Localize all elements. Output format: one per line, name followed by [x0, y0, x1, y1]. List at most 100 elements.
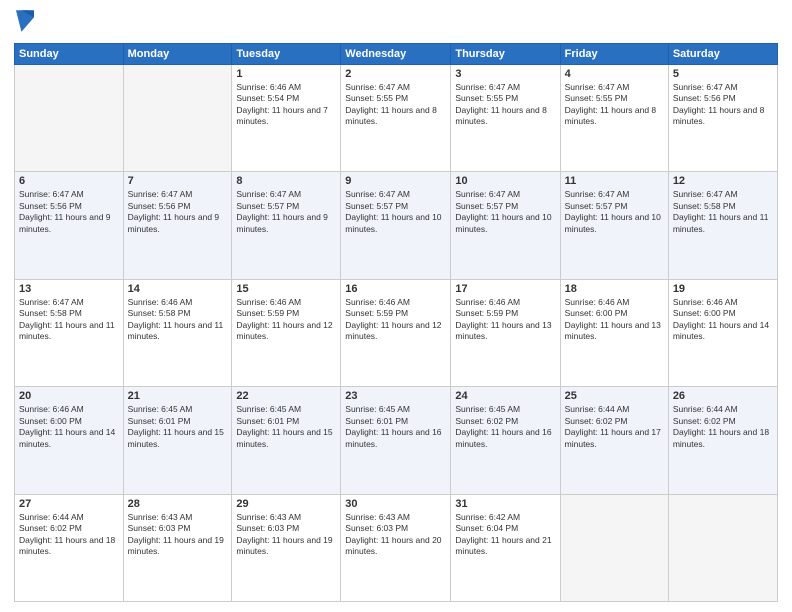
calendar-cell: 20Sunrise: 6:46 AMSunset: 6:00 PMDayligh… [15, 387, 124, 494]
day-number: 8 [236, 175, 336, 187]
calendar-week-row: 1Sunrise: 6:46 AMSunset: 5:54 PMDaylight… [15, 65, 778, 172]
day-number: 12 [673, 175, 773, 187]
calendar-cell: 6 Sunrise: 6:47 AMSunset: 5:56 PMDaylight… [15, 172, 124, 279]
calendar-cell: 13Sunrise: 6:47 AMSunset: 5:58 PMDayligh… [15, 279, 124, 386]
day-number: 28 [128, 498, 228, 510]
day-number: 30 [345, 498, 446, 510]
day-info: Sunrise: 6:47 AMSunset: 5:58 PMDaylight:… [19, 297, 119, 343]
day-number: 10 [455, 175, 555, 187]
day-info: Sunrise: 6:44 AMSunset: 6:02 PMDaylight:… [19, 512, 119, 558]
calendar-cell: 30 Sunrise: 6:43 AMSunset: 6:03 PMDayligh… [341, 494, 451, 601]
day-number: 17 [455, 283, 555, 295]
day-info: Sunrise: 6:46 AMSunset: 5:59 PMDaylight:… [236, 297, 336, 343]
calendar-header-row: SundayMondayTuesdayWednesdayThursdayFrid… [15, 44, 778, 65]
calendar-cell: 26 Sunrise: 6:44 AMSunset: 6:02 PMDayligh… [668, 387, 777, 494]
day-number: 16 [345, 283, 446, 295]
day-info: Sunrise: 6:43 AMSunset: 6:03 PMDaylight:… [236, 512, 336, 558]
day-number: 25 [565, 390, 664, 402]
day-info: Sunrise: 6:47 AMSunset: 5:57 PMDaylight:… [236, 189, 336, 235]
calendar-cell: 22 Sunrise: 6:45 AMSunset: 6:01 PMDayligh… [232, 387, 341, 494]
calendar-cell: 4 Sunrise: 6:47 AMSunset: 5:55 PMDaylight… [560, 65, 668, 172]
calendar-week-row: 20Sunrise: 6:46 AMSunset: 6:00 PMDayligh… [15, 387, 778, 494]
day-info: Sunrise: 6:42 AMSunset: 6:04 PMDaylight:… [455, 512, 555, 558]
day-number: 31 [455, 498, 555, 510]
calendar-header-wednesday: Wednesday [341, 44, 451, 65]
calendar-cell: 10Sunrise: 6:47 AMSunset: 5:57 PMDayligh… [451, 172, 560, 279]
calendar-header-friday: Friday [560, 44, 668, 65]
day-number: 24 [455, 390, 555, 402]
calendar-header-tuesday: Tuesday [232, 44, 341, 65]
day-info: Sunrise: 6:47 AMSunset: 5:56 PMDaylight:… [673, 82, 773, 128]
calendar-cell: 25 Sunrise: 6:44 AMSunset: 6:02 PMDayligh… [560, 387, 668, 494]
calendar-week-row: 27 Sunrise: 6:44 AMSunset: 6:02 PMDayligh… [15, 494, 778, 601]
calendar-cell [668, 494, 777, 601]
calendar-cell: 11Sunrise: 6:47 AMSunset: 5:57 PMDayligh… [560, 172, 668, 279]
day-info: Sunrise: 6:46 AMSunset: 5:54 PMDaylight:… [236, 82, 336, 128]
day-info: Sunrise: 6:47 AMSunset: 5:56 PMDaylight:… [19, 189, 119, 235]
calendar-cell: 7 Sunrise: 6:47 AMSunset: 5:56 PMDaylight… [123, 172, 232, 279]
calendar-week-row: 13Sunrise: 6:47 AMSunset: 5:58 PMDayligh… [15, 279, 778, 386]
page: SundayMondayTuesdayWednesdayThursdayFrid… [0, 0, 792, 612]
day-info: Sunrise: 6:47 AMSunset: 5:55 PMDaylight:… [345, 82, 446, 128]
day-info: Sunrise: 6:44 AMSunset: 6:02 PMDaylight:… [673, 404, 773, 450]
calendar-cell: 8 Sunrise: 6:47 AMSunset: 5:57 PMDaylight… [232, 172, 341, 279]
calendar-cell: 31 Sunrise: 6:42 AMSunset: 6:04 PMDayligh… [451, 494, 560, 601]
day-number: 9 [345, 175, 446, 187]
calendar-header-monday: Monday [123, 44, 232, 65]
logo [14, 10, 34, 37]
day-info: Sunrise: 6:45 AMSunset: 6:01 PMDaylight:… [236, 404, 336, 450]
day-info: Sunrise: 6:47 AMSunset: 5:58 PMDaylight:… [673, 189, 773, 235]
calendar-cell [15, 65, 124, 172]
calendar-cell: 29 Sunrise: 6:43 AMSunset: 6:03 PMDayligh… [232, 494, 341, 601]
header [14, 10, 778, 37]
day-info: Sunrise: 6:46 AMSunset: 6:00 PMDaylight:… [19, 404, 119, 450]
day-info: Sunrise: 6:45 AMSunset: 6:02 PMDaylight:… [455, 404, 555, 450]
day-info: Sunrise: 6:46 AMSunset: 5:59 PMDaylight:… [345, 297, 446, 343]
day-number: 29 [236, 498, 336, 510]
calendar-header-sunday: Sunday [15, 44, 124, 65]
calendar-cell: 15 Sunrise: 6:46 AMSunset: 5:59 PMDayligh… [232, 279, 341, 386]
calendar-cell: 27 Sunrise: 6:44 AMSunset: 6:02 PMDayligh… [15, 494, 124, 601]
calendar-cell: 9Sunrise: 6:47 AMSunset: 5:57 PMDaylight… [341, 172, 451, 279]
calendar-cell: 21Sunrise: 6:45 AMSunset: 6:01 PMDayligh… [123, 387, 232, 494]
day-info: Sunrise: 6:47 AMSunset: 5:56 PMDaylight:… [128, 189, 228, 235]
day-info: Sunrise: 6:45 AMSunset: 6:01 PMDaylight:… [345, 404, 446, 450]
calendar-cell: 17 Sunrise: 6:46 AMSunset: 5:59 PMDayligh… [451, 279, 560, 386]
day-info: Sunrise: 6:44 AMSunset: 6:02 PMDaylight:… [565, 404, 664, 450]
day-info: Sunrise: 6:47 AMSunset: 5:57 PMDaylight:… [565, 189, 664, 235]
logo-icon [16, 10, 34, 32]
calendar-cell: 12 Sunrise: 6:47 AMSunset: 5:58 PMDayligh… [668, 172, 777, 279]
calendar-cell: 16 Sunrise: 6:46 AMSunset: 5:59 PMDayligh… [341, 279, 451, 386]
day-number: 27 [19, 498, 119, 510]
calendar-cell: 28Sunrise: 6:43 AMSunset: 6:03 PMDayligh… [123, 494, 232, 601]
day-number: 26 [673, 390, 773, 402]
day-number: 6 [19, 175, 119, 187]
calendar-cell: 2Sunrise: 6:47 AMSunset: 5:55 PMDaylight… [341, 65, 451, 172]
day-number: 18 [565, 283, 664, 295]
calendar-cell [123, 65, 232, 172]
calendar-cell: 18 Sunrise: 6:46 AMSunset: 6:00 PMDayligh… [560, 279, 668, 386]
day-info: Sunrise: 6:45 AMSunset: 6:01 PMDaylight:… [128, 404, 228, 450]
calendar-header-thursday: Thursday [451, 44, 560, 65]
day-info: Sunrise: 6:46 AMSunset: 5:58 PMDaylight:… [128, 297, 228, 343]
day-number: 7 [128, 175, 228, 187]
day-number: 14 [128, 283, 228, 295]
day-info: Sunrise: 6:43 AMSunset: 6:03 PMDaylight:… [345, 512, 446, 558]
calendar-cell: 3 Sunrise: 6:47 AMSunset: 5:55 PMDaylight… [451, 65, 560, 172]
day-number: 3 [455, 68, 555, 80]
day-info: Sunrise: 6:46 AMSunset: 6:00 PMDaylight:… [565, 297, 664, 343]
day-info: Sunrise: 6:47 AMSunset: 5:55 PMDaylight:… [565, 82, 664, 128]
calendar-header-saturday: Saturday [668, 44, 777, 65]
calendar-cell [560, 494, 668, 601]
day-info: Sunrise: 6:47 AMSunset: 5:55 PMDaylight:… [455, 82, 555, 128]
day-number: 5 [673, 68, 773, 80]
calendar-week-row: 6 Sunrise: 6:47 AMSunset: 5:56 PMDaylight… [15, 172, 778, 279]
day-number: 4 [565, 68, 664, 80]
day-number: 15 [236, 283, 336, 295]
calendar-cell: 23 Sunrise: 6:45 AMSunset: 6:01 PMDayligh… [341, 387, 451, 494]
day-number: 23 [345, 390, 446, 402]
calendar-cell: 19Sunrise: 6:46 AMSunset: 6:00 PMDayligh… [668, 279, 777, 386]
day-number: 22 [236, 390, 336, 402]
day-number: 19 [673, 283, 773, 295]
day-info: Sunrise: 6:46 AMSunset: 5:59 PMDaylight:… [455, 297, 555, 343]
